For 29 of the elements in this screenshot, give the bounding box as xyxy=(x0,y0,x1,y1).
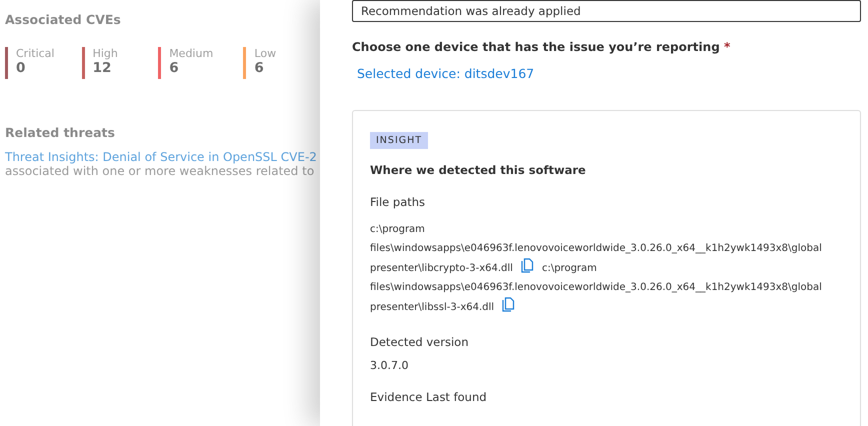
field-label: Choose one device that has the issue you’re reporting * xyxy=(352,40,732,54)
severity-label: High xyxy=(92,47,118,60)
threat-link[interactable]: Threat Insights: Denial of Service in OpenSSL CVE-2 xyxy=(5,150,320,164)
severity-label: Low xyxy=(254,47,276,60)
severity-label: Critical xyxy=(16,47,54,60)
section-title: Associated CVEs xyxy=(5,12,122,27)
selected-device-link[interactable]: Selected device: ditsdev167 xyxy=(357,66,534,81)
insight-tag: INSIGHT xyxy=(370,132,428,149)
severity-count: 6 xyxy=(169,60,180,76)
card-heading: Where we detected this software xyxy=(370,163,587,177)
file-path: files\windowsapps\e046963f.lenovovoiceworldwide_3.0.26.0_x64__k1h2ywk1493x8\global xyxy=(370,282,822,293)
file-path: files\windowsapps\e046963f.lenovovoiceworldwide_3.0.26.0_x64__k1h2ywk1493x8\global xyxy=(370,243,822,254)
file-path: presenter\libssl-3-x64.dll xyxy=(370,302,494,313)
file-path: presenter\libcrypto-3-x64.dll xyxy=(370,263,513,274)
field-label: File paths xyxy=(370,195,426,209)
severity-label: Medium xyxy=(169,47,214,60)
section-title: Related threats xyxy=(5,125,116,140)
copy-icon[interactable] xyxy=(520,258,534,273)
severity-count: 0 xyxy=(16,60,26,76)
copy-icon[interactable] xyxy=(502,297,516,312)
field-label: Evidence Last found xyxy=(370,390,488,404)
version-value: 3.0.7.0 xyxy=(370,359,410,372)
severity-count: 12 xyxy=(92,60,112,76)
threat-description: associated with one or more weaknesses related to xyxy=(5,164,316,178)
severity-count: 6 xyxy=(254,60,265,76)
dropdown-field[interactable]: Recommendation was already applied xyxy=(352,0,861,22)
file-path: c:\program xyxy=(370,224,425,235)
field-label: Detected version xyxy=(370,335,470,349)
file-path: c:\program xyxy=(542,263,597,274)
